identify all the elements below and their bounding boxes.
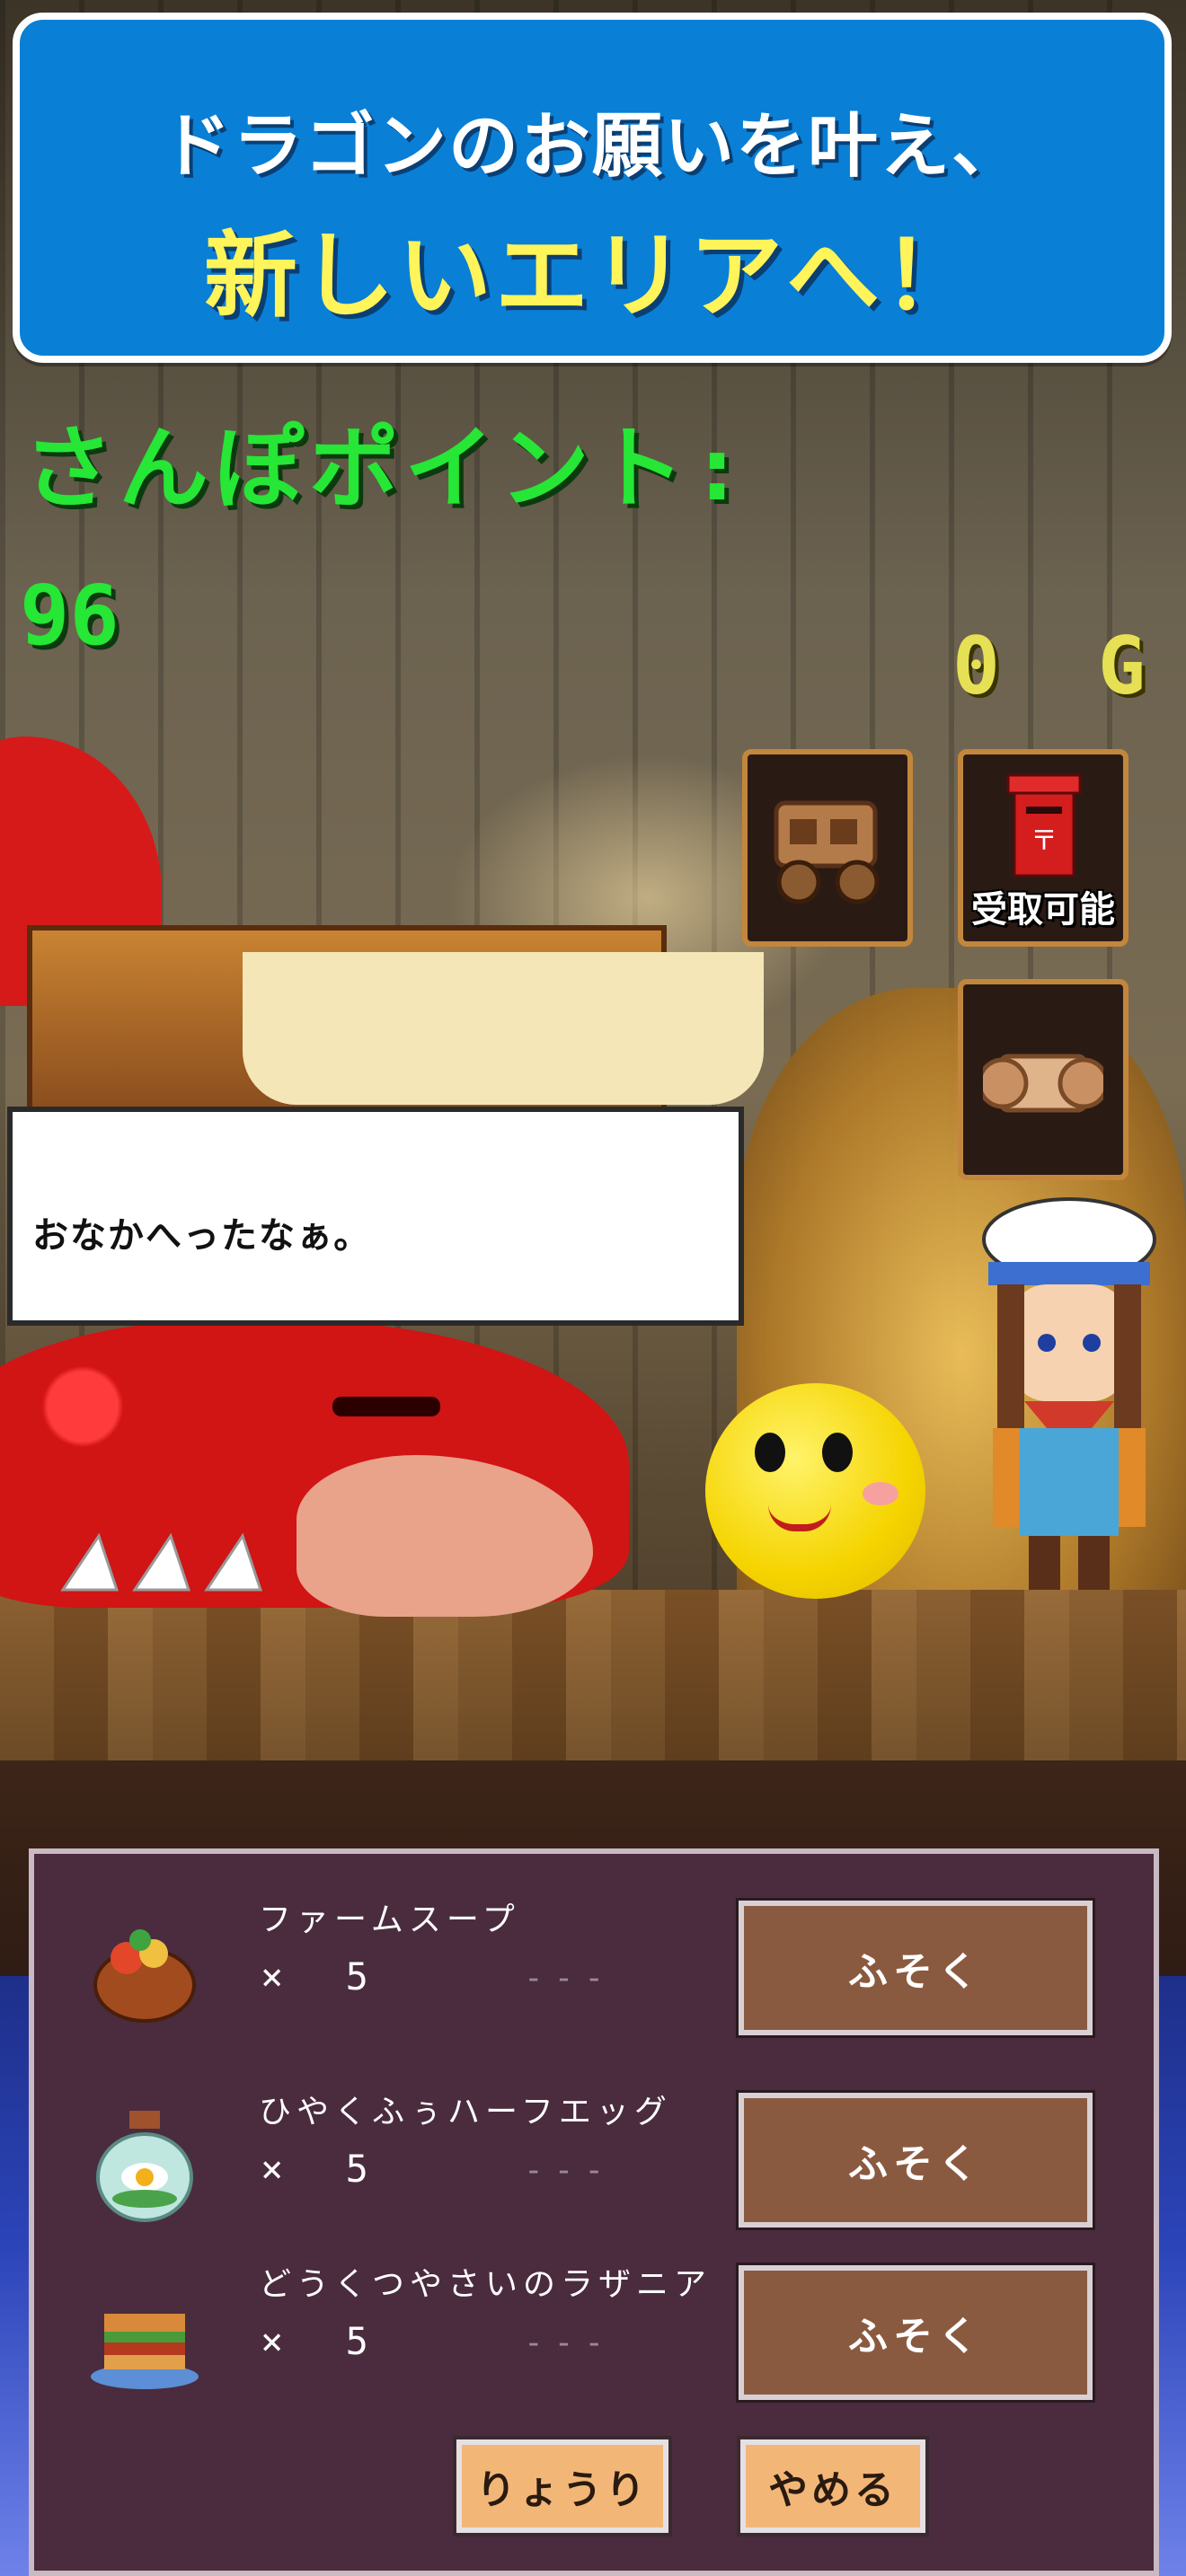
- recipe-stock: ---: [524, 1960, 615, 1997]
- recipe-quantity: × 5: [261, 2319, 388, 2363]
- soup-bowl-icon: [93, 1929, 196, 2023]
- bottle-egg-icon: [96, 2111, 193, 2222]
- chef-girl-character: [982, 1197, 1156, 1590]
- mailbox-button[interactable]: 〒 受取可能: [958, 749, 1128, 947]
- recipe-name: ファームスープ: [259, 1901, 520, 1938]
- recipe-quantity: × 5: [261, 1954, 388, 1998]
- gold-counter: 0 G: [952, 620, 1171, 712]
- mailbox-icon: 〒: [1006, 773, 1082, 878]
- recipe-stock: ---: [524, 2152, 615, 2189]
- dragon-claws: [60, 1532, 263, 1592]
- recipe-name: ひやくふぅハーフエッグ: [259, 2094, 672, 2130]
- stroll-points-label: さんぽポイント:: [23, 416, 750, 521]
- stroll-points-value: 96: [20, 568, 119, 664]
- recipe-row: ファームスープ × 5 --- ふそく: [34, 1881, 1154, 2042]
- svg-text:〒: 〒: [1031, 825, 1058, 857]
- cook-button[interactable]: りょうり: [453, 2436, 672, 2536]
- dragon-speech-bubble: おなかへったなぁ。: [7, 1107, 744, 1326]
- promo-banner: ドラゴンのお願いを叶え、 新しいエリアへ！: [13, 13, 1172, 363]
- lasagna-icon: [91, 2314, 199, 2389]
- recipe-row: ひやくふぅハーフエッグ × 5 --- ふそく: [34, 2073, 1154, 2235]
- yellow-blob-character: [705, 1383, 925, 1599]
- recipe-row: どうくつやさいのラザニア × 5 --- ふそく: [34, 2245, 1154, 2407]
- mailbox-label: 受取可能: [971, 889, 1115, 931]
- scroll-button[interactable]: [958, 979, 1128, 1180]
- cloth-drape: [243, 952, 764, 1105]
- dialog-text: おなかへったなぁ。: [32, 1215, 372, 1257]
- recipe-stock: ---: [524, 2325, 615, 2361]
- recipe-quantity: × 5: [261, 2147, 388, 2191]
- cooking-panel: ファームスープ × 5 --- ふそく ひやくふぅハーフエッグ × 5 --- …: [29, 1848, 1159, 2576]
- scroll-icon: [983, 1054, 1103, 1113]
- recipe-name: どうくつやさいのラザニア: [259, 2266, 712, 2303]
- cancel-button[interactable]: やめる: [737, 2436, 929, 2536]
- banner-line-1: ドラゴンのお願いを叶え、: [160, 106, 1023, 187]
- insufficient-button[interactable]: ふそく: [736, 2090, 1095, 2230]
- wagon-button[interactable]: [742, 749, 913, 947]
- banner-line-2: 新しいエリアへ！: [203, 221, 980, 331]
- dragon-eye: [332, 1397, 440, 1416]
- insufficient-button[interactable]: ふそく: [736, 2263, 1095, 2403]
- wagon-icon: [774, 800, 880, 904]
- insufficient-button[interactable]: ふそく: [736, 1898, 1095, 2038]
